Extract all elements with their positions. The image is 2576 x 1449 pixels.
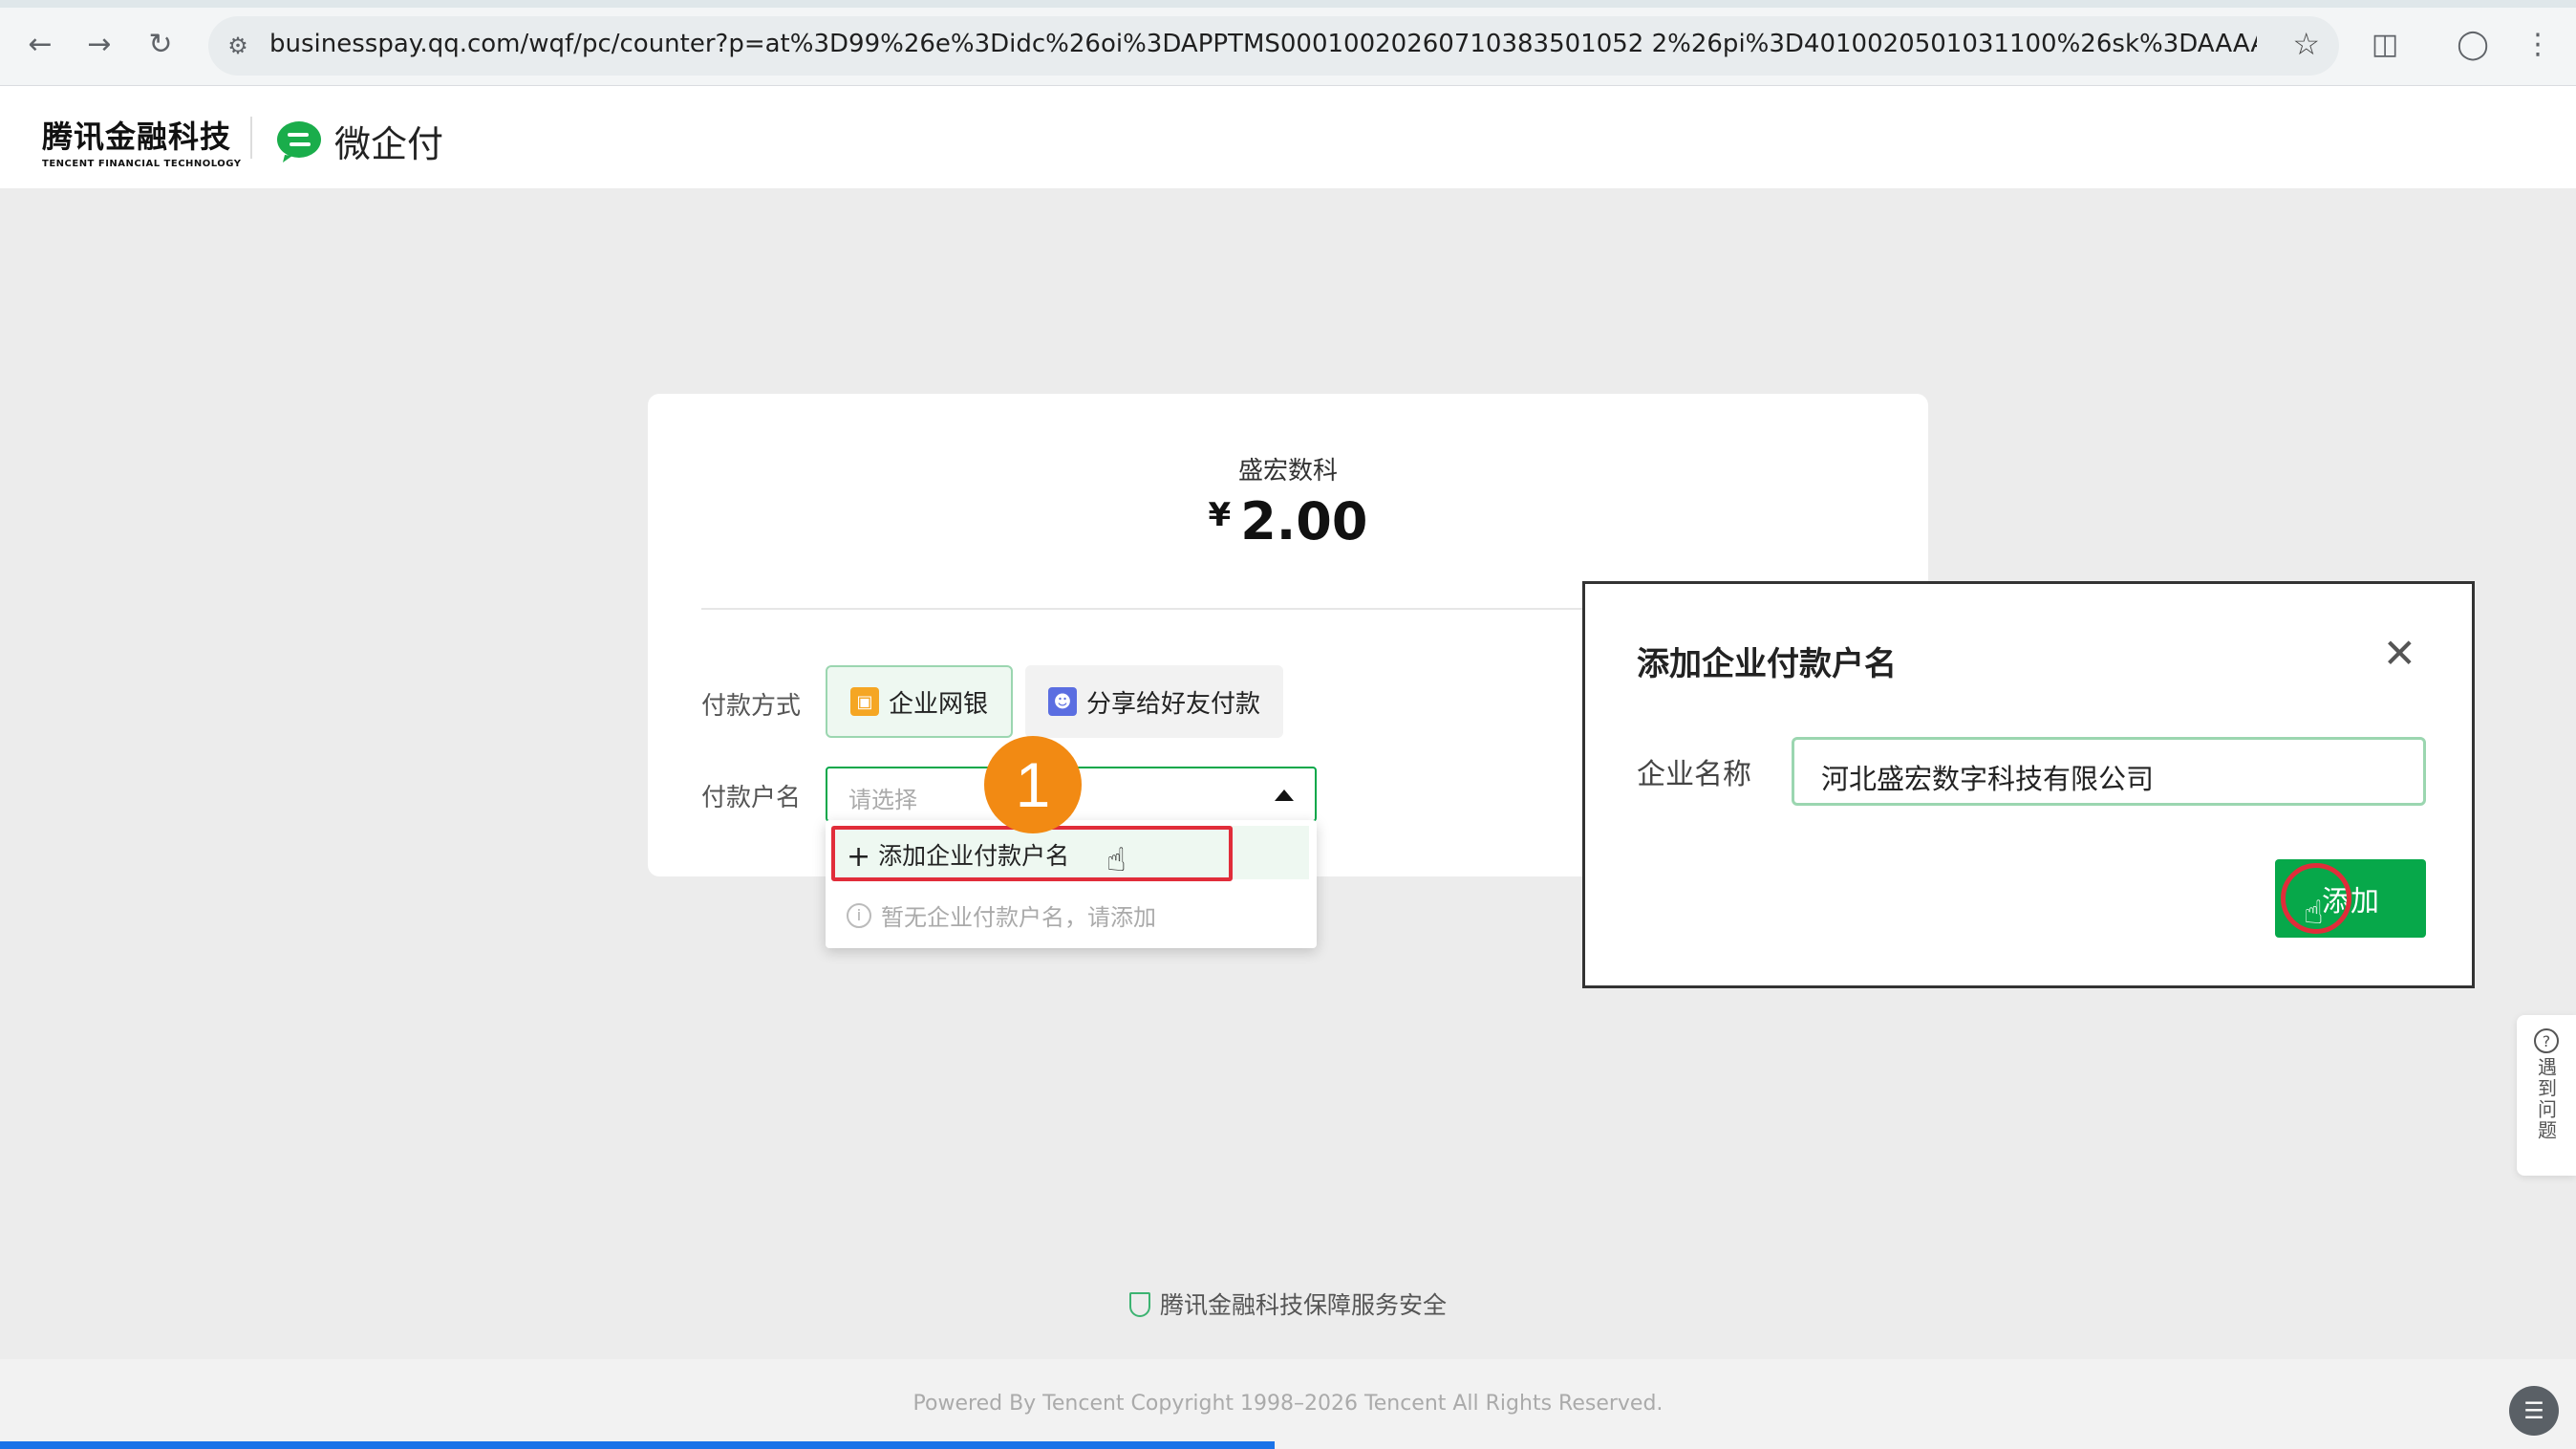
hand-cursor-icon: ☝ [2304,894,2324,932]
company-name-input[interactable]: 河北盛宏数字科技有限公司 [1792,737,2426,806]
tab-strip [0,0,2576,8]
no-payer-hint: i 暂无企业付款户名，请添加 [847,898,1156,932]
currency-symbol: ¥ [1208,496,1232,534]
wqf-chat-icon [275,120,323,162]
tencent-logo-en: TENCENT FINANCIAL TECHNOLOGY [42,159,242,169]
help-widget[interactable]: ? 遇到问题 [2517,1015,2576,1176]
payer-name-label: 付款户名 [701,784,802,812]
security-note: 腾讯金融科技保障服务安全 [0,1287,2576,1321]
page-load-progress [0,1441,1275,1449]
order-amount: ¥2.00 [648,491,1928,551]
site-settings-icon[interactable]: ⚙ [222,30,254,62]
company-name-label: 企业名称 [1637,758,1751,791]
step-badge-1: 1 [984,736,1082,833]
method-enterprise-bank[interactable]: ▣ 企业网银 [826,665,1013,738]
merchant-name: 盛宏数科 [1237,457,1338,486]
tencent-fintech-logo: 腾讯金融科技 TENCENT FINANCIAL TECHNOLOGY [42,113,242,169]
forward-icon[interactable]: → [76,21,122,67]
help-label: 遇到问题 [2534,1057,2558,1141]
chat-icon[interactable]: ☰ [2509,1386,2559,1436]
reload-icon[interactable]: ↻ [138,21,183,67]
browser-toolbar: ← → ↻ ⚙ businesspay.qq.com/wqf/pc/counte… [0,0,2576,86]
menu-kebab-icon[interactable]: ⋮ [2515,21,2561,67]
address-bar[interactable]: ⚙ businesspay.qq.com/wqf/pc/counter?p=at… [208,16,2339,76]
tencent-logo-cn: 腾讯金融科技 [42,119,232,155]
shield-icon [1128,1292,1150,1317]
extensions-icon[interactable]: ◫ [2362,21,2408,67]
highlight-box [831,826,1233,881]
method-label: 企业网银 [889,689,989,719]
share-person-icon: ☻ [1048,687,1077,716]
copyright-text: Powered By Tencent Copyright 1998–2026 T… [912,1392,1664,1416]
info-icon: i [847,902,871,928]
url-text[interactable]: businesspay.qq.com/wqf/pc/counter?p=at%3… [269,30,2257,58]
wqf-logo: 微企付 [275,115,443,167]
method-label: 分享给好友付款 [1086,689,1261,719]
page-footer: Powered By Tencent Copyright 1998–2026 T… [0,1359,2576,1449]
no-payer-text: 暂无企业付款户名，请添加 [881,904,1156,931]
caret-up-icon [1275,789,1294,801]
dialog-title: 添加企业付款户名 [1637,645,1897,683]
hand-cursor-icon: ☝ [1106,841,1127,879]
back-icon[interactable]: ← [17,21,63,67]
payer-select-placeholder: 请选择 [848,787,917,813]
method-share-to-friend[interactable]: ☻ 分享给好友付款 [1025,665,1283,738]
header-divider [250,117,252,159]
question-icon: ? [2534,1028,2559,1053]
close-icon[interactable]: ✕ [2383,634,2416,674]
add-payer-dialog: 添加企业付款户名 ✕ 企业名称 河北盛宏数字科技有限公司 添加 ☝ [1582,581,2475,988]
product-name: 微企付 [334,123,444,165]
site-header: 腾讯金融科技 TENCENT FINANCIAL TECHNOLOGY 微企付 [0,86,2576,188]
bookmark-star-icon[interactable]: ☆ [2292,26,2320,62]
profile-icon[interactable]: ◯ [2450,21,2496,67]
company-name-value: 河北盛宏数字科技有限公司 [1821,763,2155,795]
security-text: 腾讯金融科技保障服务安全 [1159,1291,1447,1319]
amount-value: 2.00 [1240,491,1368,551]
bank-building-icon: ▣ [850,687,879,716]
payment-method-label: 付款方式 [701,692,802,721]
